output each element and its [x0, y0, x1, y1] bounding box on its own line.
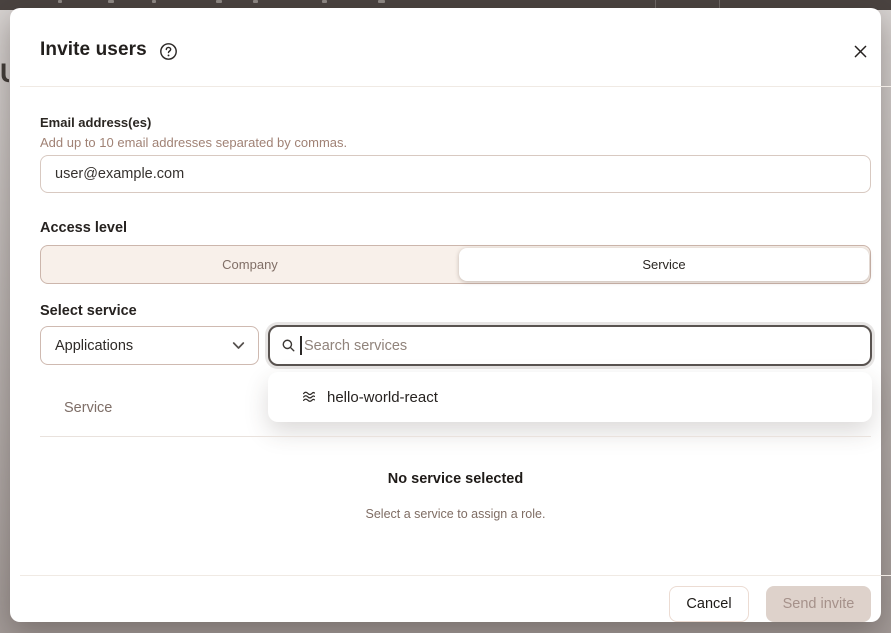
chevron-down-icon	[231, 338, 246, 353]
modal-title: Invite users	[40, 39, 147, 61]
table-divider	[40, 436, 871, 437]
access-level-segmented-control: Company Service	[40, 245, 871, 284]
close-button[interactable]	[846, 37, 874, 65]
help-button[interactable]	[159, 41, 179, 61]
stack-icon	[301, 389, 317, 405]
service-category-select[interactable]: Applications	[40, 326, 259, 365]
invite-users-modal: Invite users Email address(es) Add up to…	[10, 8, 881, 622]
empty-state-title: No service selected	[40, 471, 871, 487]
clipped-text-fragment	[253, 0, 258, 3]
text-caret	[300, 336, 302, 355]
email-input[interactable]	[40, 155, 871, 193]
service-category-value: Applications	[55, 338, 231, 354]
segment-option-company[interactable]: Company	[41, 246, 459, 283]
search-results-dropdown: hello-world-react	[268, 372, 872, 422]
cancel-button[interactable]: Cancel	[669, 586, 749, 622]
service-search-input[interactable]	[270, 327, 870, 364]
close-icon	[854, 45, 867, 58]
screen: U Invite users Email address(es) Add u	[0, 0, 891, 633]
footer-divider	[20, 575, 891, 576]
email-label: Email address(es)	[40, 115, 151, 130]
clipped-text-fragment	[108, 0, 114, 3]
access-level-label: Access level	[40, 220, 127, 236]
clipped-text-fragment	[152, 0, 156, 3]
search-result-label: hello-world-react	[327, 389, 438, 406]
background-page-title-fragment: U	[0, 56, 9, 92]
email-helper-text: Add up to 10 email addresses separated b…	[40, 135, 347, 150]
search-result-item[interactable]: hello-world-react	[268, 372, 872, 422]
header-divider	[20, 86, 891, 87]
circle-question-icon	[159, 42, 179, 61]
clipped-text-fragment	[378, 0, 385, 3]
service-column-header: Service	[64, 400, 112, 416]
service-search-box	[268, 325, 872, 366]
send-invite-button[interactable]: Send invite	[766, 586, 871, 622]
clipped-text-fragment	[58, 0, 62, 3]
clipped-text-fragment	[322, 0, 327, 3]
segment-option-service[interactable]: Service	[459, 248, 869, 281]
empty-state-subtitle: Select a service to assign a role.	[40, 507, 871, 521]
clipped-text-fragment	[216, 0, 222, 3]
select-service-label: Select service	[40, 303, 137, 319]
